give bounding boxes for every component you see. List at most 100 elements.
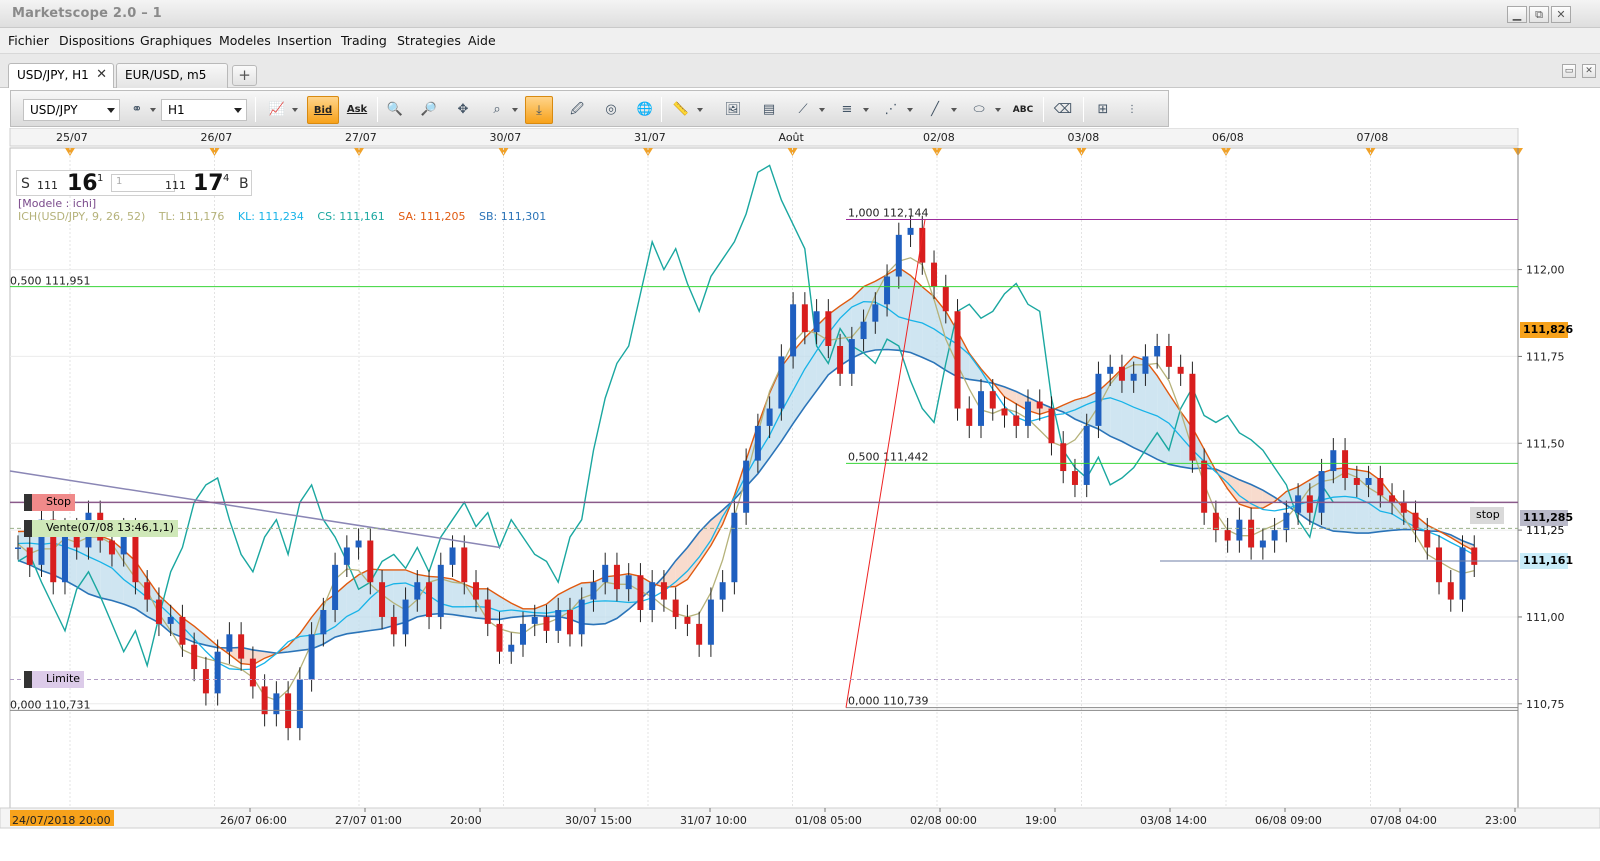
candle-body [848,339,855,374]
candle-body [743,460,750,513]
x-tick-label: 06/08 09:00 [1255,814,1322,827]
candle-body [801,304,808,333]
globe-icon[interactable]: 🌐 [631,96,659,124]
sell-pip[interactable]: 1 [97,173,103,184]
candle-body [332,564,339,610]
chevron-down-icon[interactable] [150,108,156,112]
chevron-down-icon [234,108,242,113]
legend-tl: TL: 111,176 [158,210,225,223]
buy-prefix[interactable]: 111 [165,179,186,192]
order-tag-limit[interactable]: Limite [24,671,85,689]
chevron-down-icon[interactable] [995,108,1001,112]
buy-pip[interactable]: 4 [223,173,229,184]
tab-usdjpy-h1[interactable]: USD/JPY, H1 ✕ [8,63,114,88]
panel-close-icon[interactable]: ✕ [1582,64,1596,78]
tab-close-icon[interactable]: ✕ [96,67,107,82]
sell-price[interactable]: 16 [67,171,98,196]
text-tool-button[interactable]: ABC [1009,96,1037,124]
zoom-out-icon[interactable]: 🔎 [415,96,443,124]
menu-aide[interactable]: Aide [468,33,496,48]
buy-label[interactable]: B [239,176,249,192]
add-tab-button[interactable]: + [232,65,257,86]
candle-body [1306,495,1313,513]
close-button[interactable]: ✕ [1551,6,1571,23]
order-tag-sell[interactable]: Vente(07/08 13:46,1,1) [24,520,178,538]
chevron-down-icon[interactable] [512,108,518,112]
candle-body [1295,495,1302,513]
line-tools-icon[interactable]: ⟋ [789,96,817,124]
fan-icon[interactable]: ⋰ [877,96,905,124]
ellipse-icon[interactable]: ⬭ [965,96,993,124]
top-date-label: 25/07 [56,131,88,144]
menu-graphiques[interactable]: Graphiques [140,33,212,48]
candle-body [1318,471,1325,513]
properties-icon[interactable]: 🖉 [563,96,591,124]
candle-body [1142,356,1149,374]
chevron-down-icon[interactable] [292,108,298,112]
toolbar-overflow-icon[interactable]: ⋮ [1125,96,1139,124]
chart-type-icon[interactable]: 📈 [263,96,291,124]
candle-body [1130,373,1137,381]
candle-body [1400,502,1407,513]
crosshair-icon[interactable]: ◎ [597,96,625,124]
chevron-down-icon [107,108,115,113]
tab-eurusd-m5[interactable]: EUR/USD, m5 [116,63,228,88]
instrument-select[interactable]: USD/JPY [23,99,120,121]
candle-body [273,693,280,715]
menu-trading[interactable]: Trading [341,33,387,48]
hierarchy-icon[interactable]: ⊞ [1089,96,1117,124]
chevron-down-icon[interactable] [951,108,957,112]
trendline-icon[interactable]: ╱ [921,96,949,124]
menu-fichier[interactable]: Fichier [8,33,49,48]
timeframe-select[interactable]: H1 [161,99,247,121]
tab-label: EUR/USD, m5 [125,68,207,82]
price-chart[interactable]: 25/07 26/07 27/07 30/07 31/07 Août 02/08 03/08 0… [0,128,1600,861]
eraser-icon[interactable]: ⌫ [1049,96,1077,124]
bid-button[interactable]: Bid [307,96,339,124]
legend-sb: SB: 111,301 [479,210,547,223]
panel-restore-icon[interactable]: ▭ [1562,64,1576,78]
zoom-in-icon[interactable]: 🔍 [381,96,409,124]
order-tag-stop[interactable]: Stop [24,494,76,512]
ruler-icon[interactable]: 📏 [667,96,695,124]
candle-body [202,669,209,694]
x-tick-label: 23:00 [1485,814,1517,827]
minimize-button[interactable]: ▁ [1507,6,1527,23]
link-icon[interactable]: ⚭ [123,96,151,124]
candle-body [437,564,444,617]
candle-body [414,582,421,600]
quote-box: S 111 16 1 1 111 17 4 B [16,170,252,196]
menu-insertion[interactable]: Insertion [277,33,332,48]
sell-prefix[interactable]: 111 [37,179,58,192]
chevron-down-icon[interactable] [819,108,825,112]
horizontal-line-icon[interactable]: ≡ [833,96,861,124]
candle-body [860,321,867,340]
candle-body [1412,512,1419,531]
picture-icon[interactable]: 🖼 [719,96,747,124]
candle-body [1048,408,1055,444]
menu-dispositions[interactable]: Dispositions [59,33,135,48]
indicator-icon[interactable]: ▤ [755,96,783,124]
top-date-label: 30/07 [490,131,522,144]
ask-button[interactable]: Ask [343,96,371,124]
legend-cs: CS: 111,161 [317,210,385,223]
chevron-down-icon[interactable] [697,108,703,112]
chart-area[interactable]: 25/07 26/07 27/07 30/07 31/07 Août 02/08 03/08 0… [0,128,1600,861]
candle-body [155,599,162,624]
chevron-down-icon[interactable] [863,108,869,112]
date-strip [9,128,1519,147]
zoom-range-icon[interactable]: ⌕ [483,96,511,124]
candle-body [484,599,491,624]
stop-tag-right[interactable]: stop [1470,507,1504,525]
chevron-down-icon[interactable] [907,108,913,112]
cursor-zoom-icon[interactable]: ✥ [449,96,477,124]
maximize-button[interactable]: ⧉ [1529,6,1549,23]
candle-body [884,276,891,305]
sell-label[interactable]: S [21,176,30,192]
buy-price[interactable]: 17 [193,171,224,196]
menu-modeles[interactable]: Modeles [219,33,271,48]
candle-body [167,616,174,624]
candle-body [966,408,973,426]
menu-strategies[interactable]: Strategies [397,33,461,48]
scroll-end-icon[interactable]: ⤓ [525,96,553,124]
